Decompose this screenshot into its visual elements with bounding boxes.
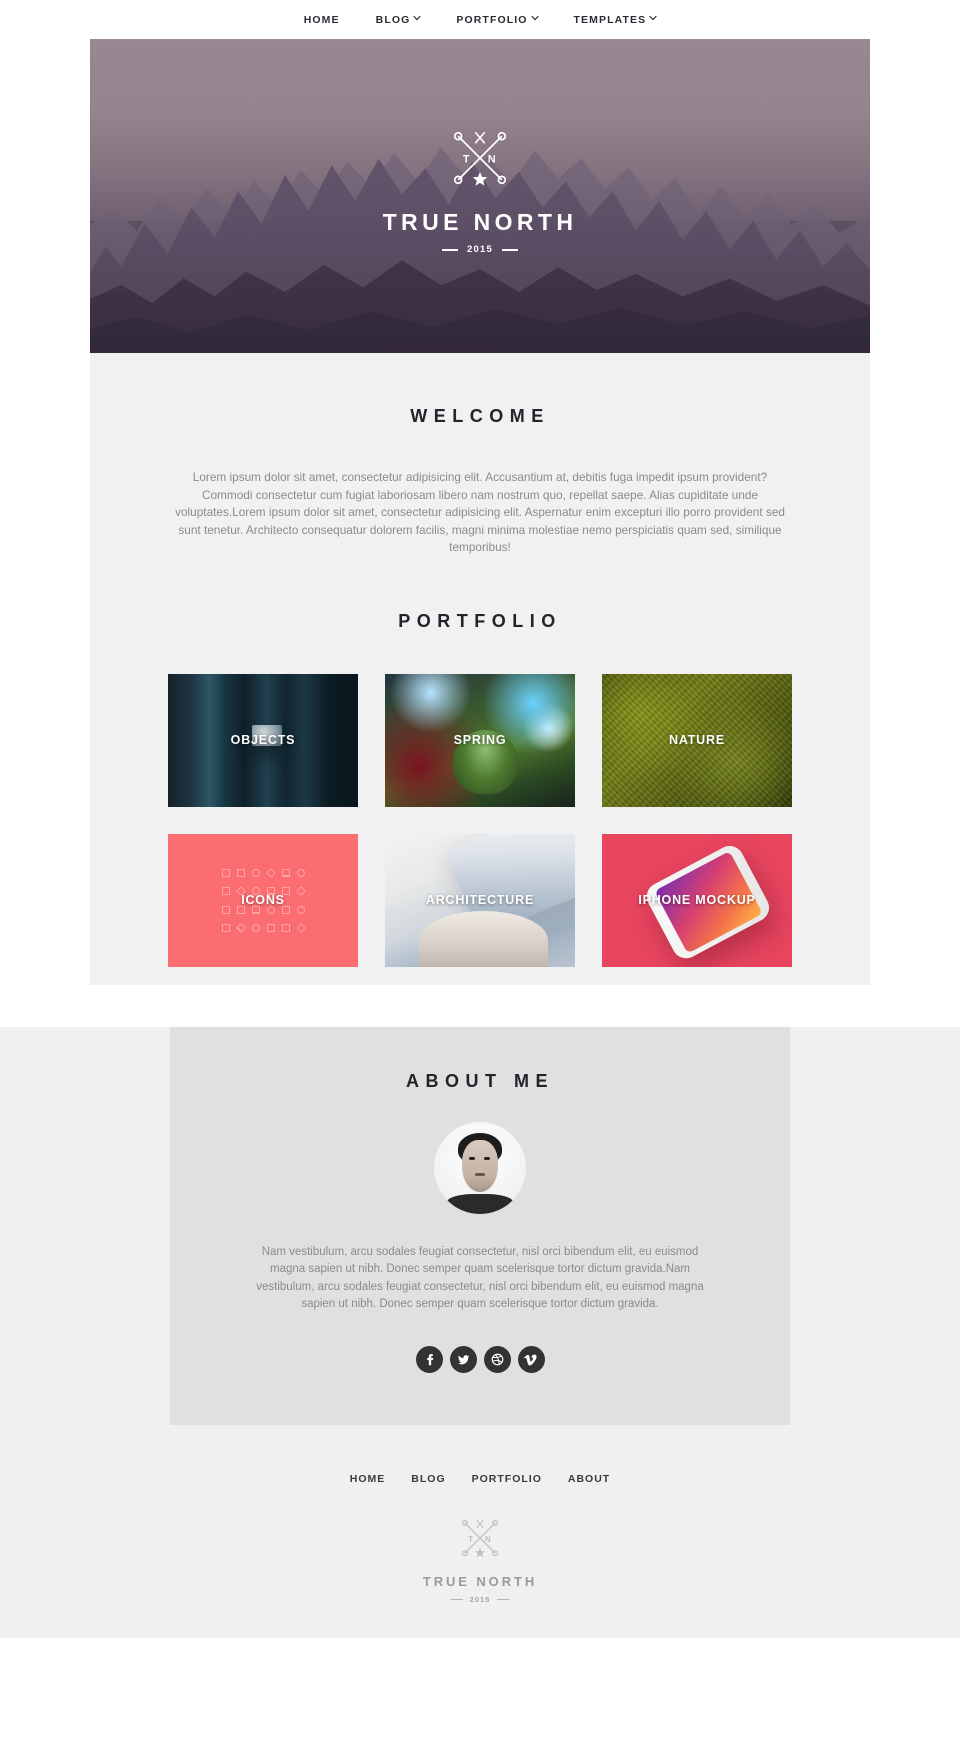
about-heading: ABOUT ME: [406, 1070, 554, 1091]
chevron-down-icon: [649, 14, 657, 21]
nav-item-label: BLOG: [375, 13, 411, 26]
tile-label: OBJECTS: [230, 732, 296, 747]
footer-zone: ABOUT ME Nam vestibulum, arcu sodales fe…: [0, 1026, 960, 1638]
rule-right: [497, 1598, 510, 1600]
welcome-heading: WELCOME: [410, 406, 550, 426]
about-section: ABOUT ME Nam vestibulum, arcu sodales fe…: [170, 1026, 790, 1425]
social-link-twitter[interactable]: [449, 1345, 477, 1373]
portfolio-tile-nature[interactable]: NATURE: [602, 673, 792, 807]
social-link-dribbble[interactable]: [483, 1345, 511, 1373]
nav-item-blog[interactable]: BLOG: [376, 14, 421, 26]
portfolio-tile-objects[interactable]: OBJECTS: [168, 673, 358, 807]
true-north-logo-icon: T N: [441, 119, 519, 197]
footer-brand-year: 2015: [450, 1594, 510, 1604]
social-links: [170, 1345, 790, 1373]
nav-item-label: HOME: [303, 13, 340, 26]
welcome-section: WELCOME Lorem ipsum dolor sit amet, cons…: [90, 353, 870, 557]
nav-item-label: PORTFOLIO: [456, 13, 528, 26]
chevron-down-icon: [413, 14, 421, 21]
tile-label: ARCHITECTURE: [425, 892, 535, 907]
nav-item-portfolio[interactable]: PORTFOLIO: [456, 13, 539, 26]
portfolio-tile-spring[interactable]: SPRING: [385, 673, 575, 807]
footer-brand-name: TRUE NORTH: [422, 1573, 538, 1589]
rule-right: [501, 248, 518, 251]
nav-item-templates[interactable]: TEMPLATES: [574, 14, 657, 26]
about-body-text: Nam vestibulum, arcu sodales feugiat con…: [256, 1245, 704, 1311]
vimeo-icon: [523, 1352, 539, 1367]
footer-link-blog[interactable]: BLOG: [411, 1473, 445, 1485]
logo-letter-right: N: [488, 154, 496, 166]
chevron-down-icon: [530, 14, 539, 21]
section-spacer: [90, 966, 870, 985]
portfolio-tile-architecture[interactable]: ARCHITECTURE: [385, 833, 575, 967]
tile-label: ICONS: [241, 892, 285, 907]
social-link-facebook[interactable]: [415, 1345, 443, 1373]
rule-left: [442, 248, 459, 251]
logo-letter-left: T: [463, 154, 470, 166]
welcome-body-text: Lorem ipsum dolor sit amet, consectetur …: [175, 470, 785, 555]
logo-letter-right: N: [485, 1534, 491, 1543]
hero-year-label: 2015: [467, 244, 493, 255]
rule-left: [450, 1598, 463, 1600]
portfolio-heading: PORTFOLIO: [398, 610, 562, 631]
tile-label: NATURE: [669, 732, 725, 747]
true-north-logo-icon: T N: [453, 1511, 507, 1565]
hero-brand-name: TRUE NORTH: [382, 209, 578, 235]
portfolio-tile-icons[interactable]: ICONS: [168, 833, 358, 967]
portfolio-section: PORTFOLIO OBJECTS SPRING NATURE ICONS AR…: [90, 557, 870, 967]
logo-letter-left: T: [468, 1534, 473, 1543]
footer-link-home[interactable]: HOME: [350, 1473, 386, 1485]
footer-link-portfolio[interactable]: PORTFOLIO: [472, 1473, 542, 1485]
tile-label: IPHONE MOCKUP: [638, 892, 756, 907]
footer-navigation: HOME BLOG PORTFOLIO ABOUT: [0, 1473, 960, 1485]
social-link-vimeo[interactable]: [517, 1345, 545, 1373]
content-section: WELCOME Lorem ipsum dolor sit amet, cons…: [90, 353, 870, 985]
avatar: [434, 1121, 526, 1214]
portfolio-tile-iphone-mockup[interactable]: IPHONE MOCKUP: [602, 833, 792, 967]
footer-link-about[interactable]: ABOUT: [568, 1473, 610, 1485]
hero-banner: T N TRUE NORTH 2015: [90, 39, 870, 353]
footer-year-label: 2015: [469, 1594, 491, 1604]
hero-brand-year: 2015: [442, 244, 518, 255]
dribbble-icon: [490, 1352, 505, 1367]
twitter-icon: [456, 1352, 471, 1367]
tile-label: SPRING: [453, 732, 507, 747]
footer-brand: T N TRUE NORTH 2015: [0, 1511, 960, 1604]
main-navigation: HOME BLOG PORTFOLIO TEMPLATES: [0, 0, 960, 39]
section-divider: [0, 984, 960, 1027]
facebook-icon: [422, 1352, 437, 1367]
portfolio-grid: OBJECTS SPRING NATURE ICONS ARCHITECTURE…: [168, 673, 792, 967]
nav-item-home[interactable]: HOME: [304, 14, 340, 26]
nav-item-label: TEMPLATES: [573, 13, 647, 26]
